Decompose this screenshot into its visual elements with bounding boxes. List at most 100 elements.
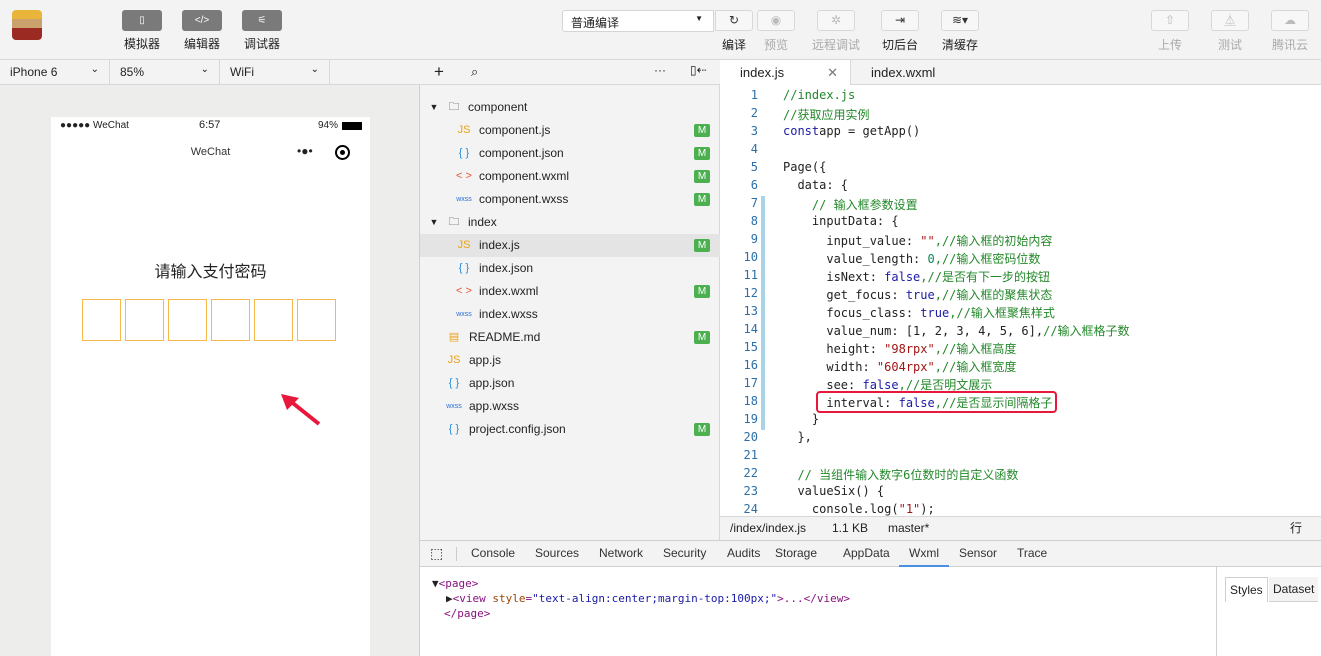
tab-network[interactable]: Network bbox=[599, 541, 643, 567]
close-capsule-icon[interactable] bbox=[335, 145, 350, 160]
wxml-page-node[interactable]: ▼<page> bbox=[432, 577, 478, 590]
password-box[interactable] bbox=[82, 299, 121, 341]
code-line: height: "98rpx",//输入框高度 bbox=[783, 340, 1016, 357]
refresh-icon: ↻ bbox=[715, 10, 753, 31]
simulator-button[interactable]: ▯ 模拟器 bbox=[122, 10, 162, 52]
file-item[interactable]: < > component.wxml M bbox=[420, 165, 720, 188]
action-button-cloud[interactable]: ☁ 腾讯云 bbox=[1270, 10, 1310, 53]
line-number: 15 bbox=[743, 340, 758, 354]
file-item[interactable]: JS app.js bbox=[420, 349, 720, 372]
line-number: 11 bbox=[743, 268, 758, 282]
tab-index-js[interactable]: index.js ✕ bbox=[720, 60, 851, 86]
more-icon[interactable]: ··· bbox=[654, 63, 666, 77]
code-line: constapp = getApp() bbox=[783, 124, 920, 138]
file-item[interactable]: JS component.js M bbox=[420, 119, 720, 142]
expand-arrow-icon[interactable]: ▼ bbox=[426, 211, 442, 234]
tab-styles[interactable]: Styles bbox=[1225, 577, 1268, 602]
action-button-upload[interactable]: ⇧ 上传 bbox=[1150, 10, 1190, 53]
code-token: // 当组件输入数字6位数时的自定义函数 bbox=[783, 468, 1019, 482]
eye-icon: ◉ bbox=[757, 10, 795, 31]
tab-security[interactable]: Security bbox=[663, 541, 706, 567]
file-item[interactable]: JS index.js M bbox=[420, 234, 720, 257]
tab-audits[interactable]: Audits bbox=[727, 541, 760, 567]
tab-dataset[interactable]: Dataset bbox=[1269, 577, 1319, 602]
editor-tabs: index.js ✕ index.wxml bbox=[720, 60, 1321, 86]
tab-appdata[interactable]: AppData bbox=[843, 541, 890, 567]
chevron-down-icon: ⌄ bbox=[310, 64, 319, 75]
code-line: interval: false,//是否显示间隔格子 bbox=[783, 394, 1052, 411]
modified-badge: M bbox=[694, 331, 710, 344]
password-box[interactable] bbox=[297, 299, 336, 341]
file-item[interactable]: wxss index.wxss bbox=[420, 303, 720, 326]
folder-item[interactable]: ▼ 🗀 index bbox=[420, 211, 720, 234]
expand-arrow-icon[interactable]: ▼ bbox=[426, 96, 442, 119]
action-button-3[interactable]: ⇥ 切后台 bbox=[880, 10, 920, 53]
code-token: "1" bbox=[898, 502, 921, 516]
js-file-icon: JS bbox=[457, 239, 471, 251]
tab-wxml[interactable]: Wxml bbox=[899, 541, 949, 567]
time: 6:57 bbox=[199, 119, 221, 131]
file-item[interactable]: < > index.wxml M bbox=[420, 280, 720, 303]
file-item[interactable]: { } component.json M bbox=[420, 142, 720, 165]
tab-sensor[interactable]: Sensor bbox=[959, 541, 997, 567]
password-box[interactable] bbox=[254, 299, 293, 341]
tab-console[interactable]: Console bbox=[471, 541, 515, 567]
action-button-flask[interactable]: ⏅ 测试 bbox=[1210, 10, 1250, 53]
avatar[interactable] bbox=[12, 10, 42, 40]
file-item[interactable]: wxss app.wxss bbox=[420, 395, 720, 418]
action-button-4[interactable]: ≋▾ 清缓存 bbox=[940, 10, 980, 53]
tab-storage[interactable]: Storage bbox=[775, 541, 817, 567]
editor-button[interactable]: </> 编辑器 bbox=[182, 10, 222, 52]
side-panel: Styles Dataset bbox=[1216, 567, 1321, 656]
password-box[interactable] bbox=[125, 299, 164, 341]
inspect-icon[interactable]: ⬚ bbox=[430, 545, 443, 562]
tab-trace[interactable]: Trace bbox=[1017, 541, 1047, 567]
tab-sources[interactable]: Sources bbox=[535, 541, 579, 567]
more-icon[interactable]: •●• bbox=[297, 144, 313, 158]
file-tree-toolbar: + ⌕ ··· ▯⇠ bbox=[420, 60, 720, 85]
password-box[interactable] bbox=[211, 299, 250, 341]
json-file-icon: { } bbox=[458, 147, 470, 159]
debugger-button[interactable]: ⚟ 调试器 bbox=[242, 10, 282, 52]
button-label: 切后台 bbox=[881, 38, 918, 52]
zoom-select[interactable]: 85% ⌄ bbox=[110, 60, 220, 85]
file-name: app.json bbox=[469, 376, 515, 390]
button-label: 调试器 bbox=[243, 37, 280, 51]
file-name: index.wxss bbox=[479, 307, 538, 321]
folder-item[interactable]: ▼ 🗀 component bbox=[420, 96, 720, 119]
file-item[interactable]: { } app.json bbox=[420, 372, 720, 395]
network-select[interactable]: WiFi ⌄ bbox=[220, 60, 330, 85]
code-token: ,//输入框密码位数 bbox=[934, 252, 1041, 266]
tab-index-wxml[interactable]: index.wxml bbox=[851, 60, 991, 86]
code-token: }, bbox=[783, 430, 812, 444]
file-item[interactable]: ▤ README.md M bbox=[420, 326, 720, 349]
line-number: 17 bbox=[743, 376, 758, 390]
code-token: false bbox=[898, 396, 935, 410]
wxml-panel: ▼<page> ▶<view style="text-align:center;… bbox=[420, 567, 1321, 656]
file-item[interactable]: { } project.config.json M bbox=[420, 418, 720, 441]
code-editor[interactable]: 1 //index.js 2 //获取应用实例 3 constapp = getApp()… bbox=[720, 85, 1321, 516]
password-input[interactable] bbox=[82, 299, 336, 341]
devtools-tabs: ⬚ Console Sources Network Security Audits Sto… bbox=[420, 540, 1321, 567]
file-item[interactable]: wxss component.wxss M bbox=[420, 188, 720, 211]
action-button-2[interactable]: ✲ 远程调试 bbox=[812, 10, 860, 53]
file-item[interactable]: { } index.json bbox=[420, 257, 720, 280]
password-box[interactable] bbox=[168, 299, 207, 341]
button-label: 测试 bbox=[1217, 38, 1242, 52]
wxml-page-close: </page> bbox=[444, 607, 491, 620]
file-name: component bbox=[468, 100, 528, 114]
action-button-1[interactable]: ◉ 预览 bbox=[756, 10, 796, 53]
wxml-file-icon: < > bbox=[456, 170, 472, 182]
add-icon[interactable]: + bbox=[434, 62, 444, 82]
close-icon[interactable]: ✕ bbox=[827, 60, 838, 86]
md-file-icon: ▤ bbox=[448, 331, 460, 343]
code-token: "604rpx" bbox=[876, 360, 935, 374]
compile-mode-select[interactable]: 普通编译 ▼ bbox=[562, 10, 714, 32]
wxss-file-icon: wxss bbox=[446, 403, 462, 410]
device-select[interactable]: iPhone 6 ⌄ bbox=[0, 60, 110, 85]
collapse-panel-icon[interactable]: ▯⇠ bbox=[690, 63, 707, 77]
search-icon[interactable]: ⌕ bbox=[471, 64, 478, 80]
wxml-view-node[interactable]: ▶<view style="text-align:center;margin-t… bbox=[446, 592, 850, 605]
js-file-icon: JS bbox=[457, 124, 471, 136]
code-line: //index.js bbox=[783, 88, 855, 102]
